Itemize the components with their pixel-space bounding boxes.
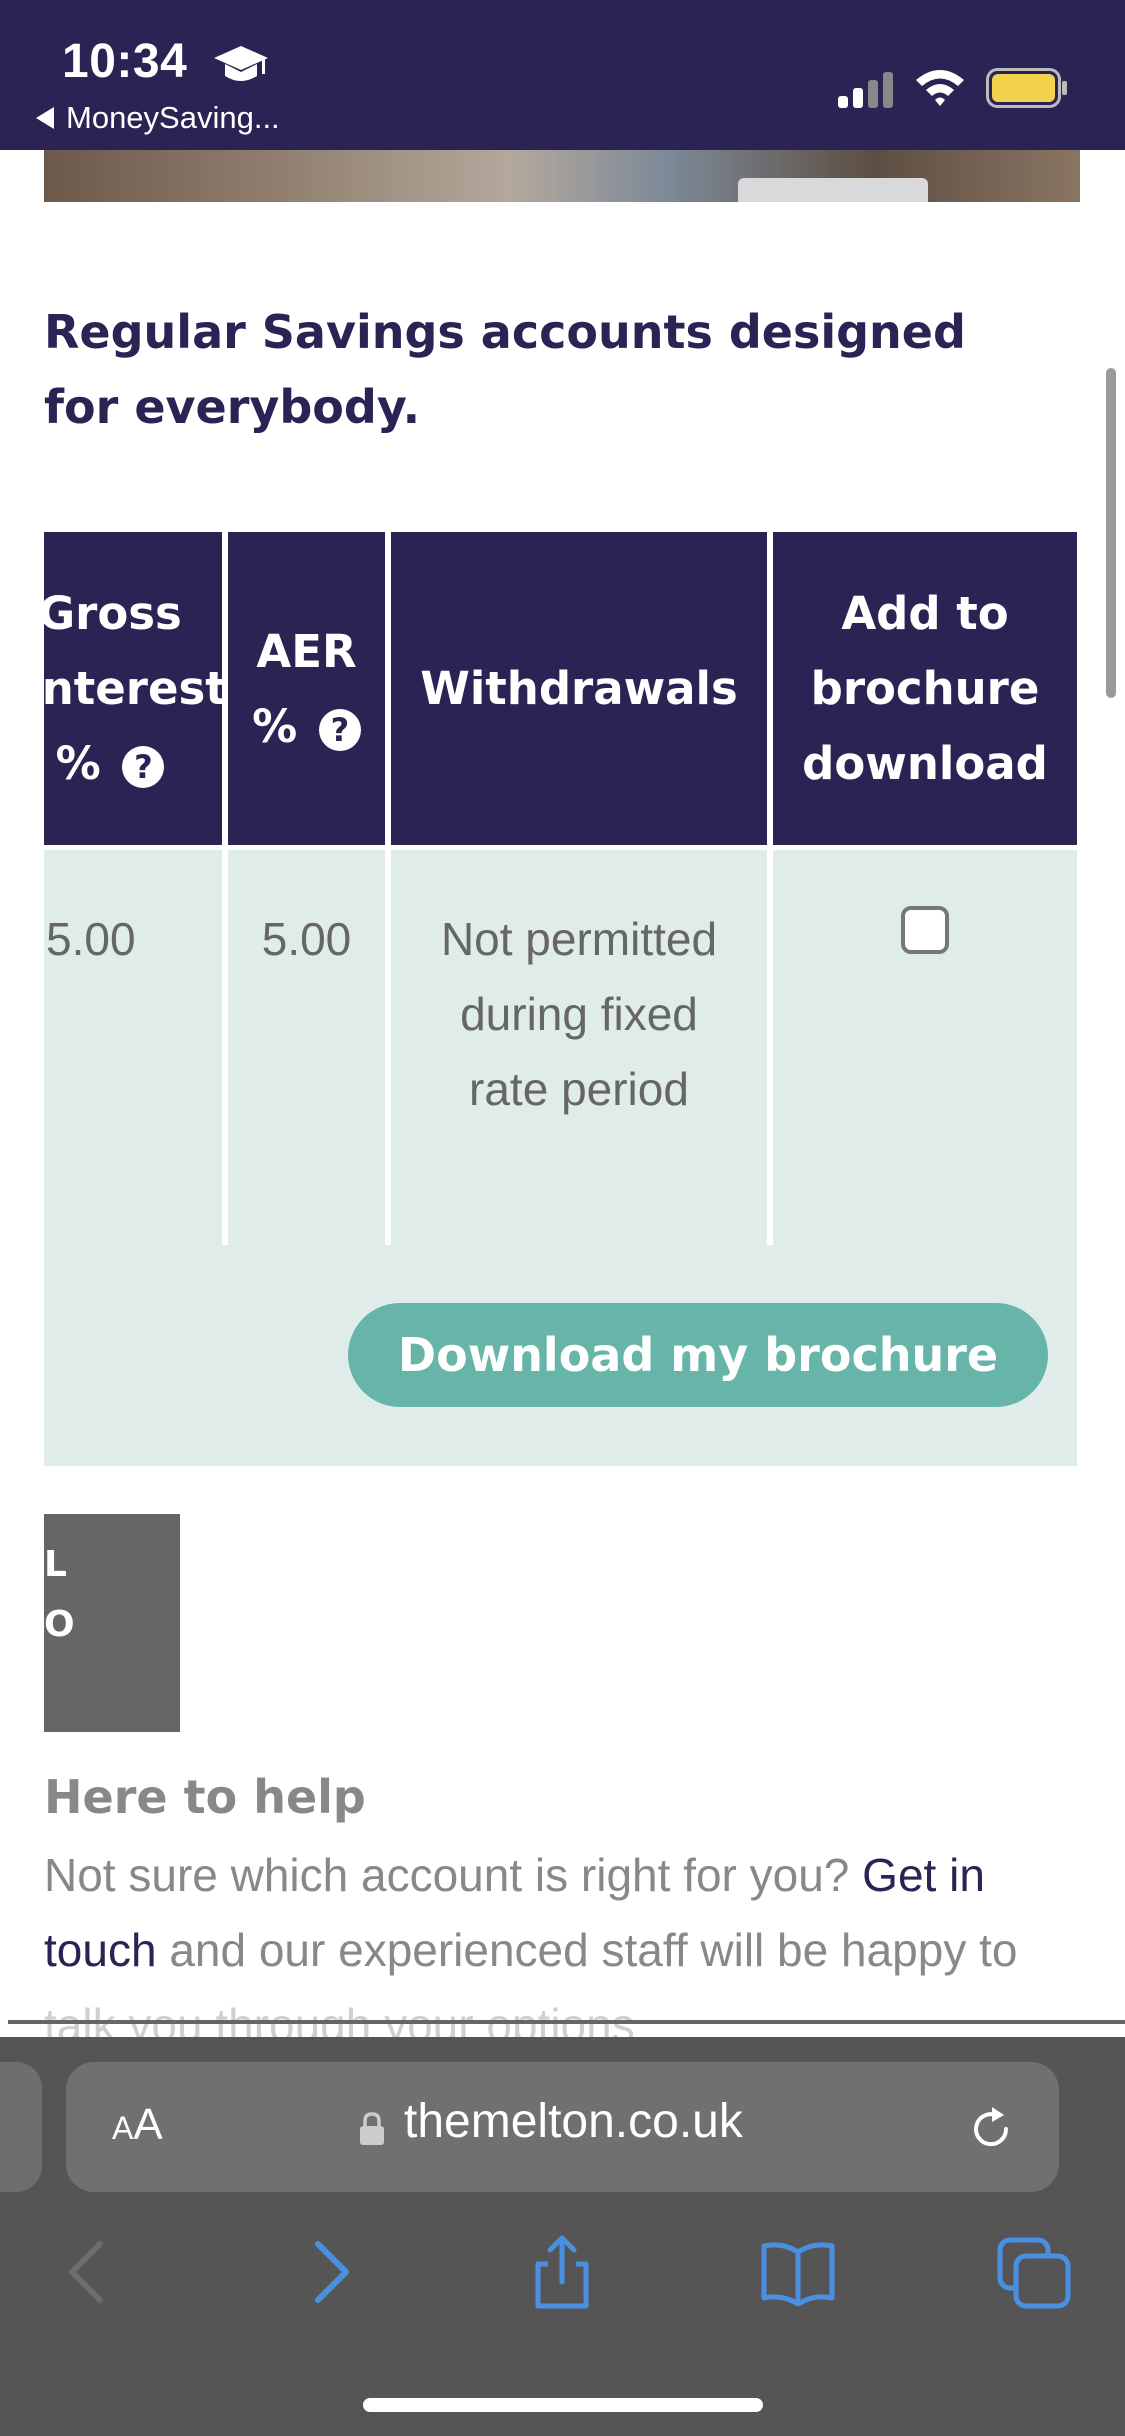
column-header-aer: AER % ? <box>228 532 385 845</box>
partner-logo: L O <box>44 1514 180 1732</box>
bookmarks-icon[interactable] <box>758 2232 838 2312</box>
back-to-app-button[interactable]: MoneySaving... <box>36 100 280 136</box>
graduation-cap-icon <box>214 46 268 81</box>
previous-tab-stub[interactable] <box>0 2062 42 2192</box>
gross-interest-label: Gross Interest <box>44 587 227 715</box>
column-header-gross-interest: Gross Interest % ? <box>44 532 227 845</box>
battery-icon <box>986 68 1067 108</box>
cellular-signal-icon <box>838 72 893 108</box>
hero-image-laptop <box>738 178 928 202</box>
help-text-intro: Not sure which account is right for you? <box>44 1849 850 1901</box>
page-heading: Regular Savings accounts designed for ev… <box>44 305 966 434</box>
withdrawals-label: Withdrawals <box>420 662 738 715</box>
gross-interest-value: 5.00 <box>46 913 136 965</box>
aer-unit: % <box>252 699 298 753</box>
column-header-add-to-brochure: Add to brochure download <box>773 532 1077 845</box>
column-header-withdrawals: Withdrawals <box>391 532 767 845</box>
reload-icon[interactable] <box>966 2104 1016 2154</box>
aer-label: AER <box>256 624 357 678</box>
aer-value: 5.00 <box>261 913 352 965</box>
url-text[interactable]: themelton.co.uk <box>404 2094 743 2149</box>
lock-icon <box>360 2112 384 2145</box>
scrollbar[interactable] <box>1106 368 1116 698</box>
add-to-brochure-label: Add to brochure download <box>802 587 1048 790</box>
download-brochure-button[interactable]: Download my brochure <box>348 1303 1048 1407</box>
status-bar: 10:34 MoneySaving... <box>0 0 1125 150</box>
question-circle-icon[interactable]: ? <box>318 708 361 751</box>
withdrawals-value: Not permitted during fixed rate period <box>440 913 718 1115</box>
gross-interest-unit: % <box>55 737 101 790</box>
home-indicator[interactable] <box>363 2398 763 2412</box>
help-title: Here to help <box>44 1770 366 1824</box>
partner-logo-line1: L <box>44 1544 67 1585</box>
tabs-icon[interactable] <box>994 2232 1074 2312</box>
aa-small: A <box>112 2110 134 2146</box>
share-icon[interactable] <box>522 2232 602 2312</box>
question-circle-icon[interactable]: ? <box>122 746 165 788</box>
back-icon[interactable] <box>48 2232 128 2312</box>
toolbar-divider <box>8 2020 1125 2024</box>
help-text-fade <box>0 1985 1125 2040</box>
aa-big: A <box>133 2100 163 2149</box>
add-to-brochure-checkbox[interactable] <box>901 906 949 954</box>
wifi-icon <box>916 70 964 106</box>
reader-settings-button[interactable]: AA <box>112 2100 163 2150</box>
status-time: 10:34 <box>62 35 188 88</box>
back-arrow-icon <box>36 107 54 129</box>
back-app-label: MoneySaving... <box>66 100 280 135</box>
partner-logo-line2: O <box>44 1604 75 1645</box>
forward-icon[interactable] <box>290 2232 370 2312</box>
